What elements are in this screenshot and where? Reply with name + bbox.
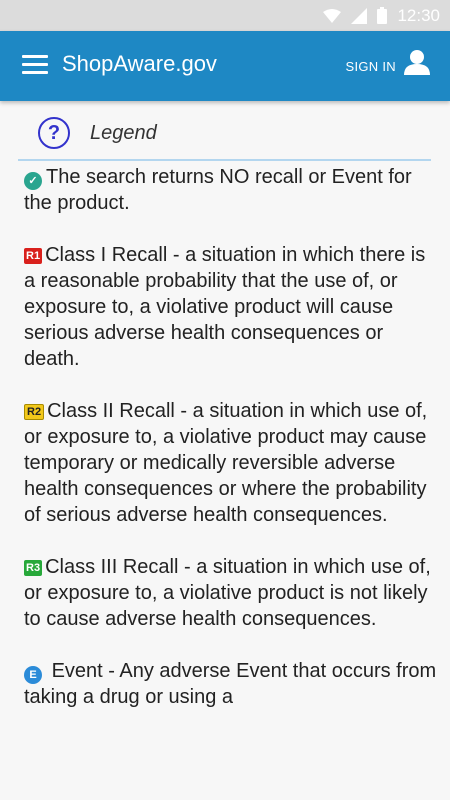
legend-item-text: Class I Recall - a situation in which th…: [24, 244, 426, 370]
legend-item-class-1: R1 Class I Recall - a situation in which …: [24, 242, 438, 372]
legend-item-text: Class II Recall - a situation in which u…: [24, 400, 428, 526]
event-icon: E: [24, 666, 42, 684]
legend-item-class-2: R2 Class II Recall - a situation in which…: [24, 398, 438, 528]
legend-header: ? Legend: [38, 114, 157, 152]
app-bar: ShopAware.gov SIGN IN: [0, 31, 450, 101]
sign-in-button[interactable]: SIGN IN: [345, 49, 430, 75]
status-bar: 12:30: [0, 0, 450, 31]
legend-item-class-3: R3 Class III Recall - a situation in whic…: [24, 554, 438, 632]
legend-content: ✓ The search returns NO recall or Event f…: [24, 164, 438, 736]
legend-item-text: The search returns NO recall or Event fo…: [24, 166, 412, 214]
legend-item-event: E Event - Any adverse Event that occurs …: [24, 658, 438, 710]
r2-badge: R2: [24, 404, 45, 420]
check-circle-icon: ✓: [24, 172, 42, 190]
menu-icon[interactable]: [22, 55, 48, 77]
signal-icon: [351, 7, 368, 24]
legend-item-no-recall: ✓ The search returns NO recall or Event f…: [24, 164, 438, 216]
legend-item-text: Event - Any adverse Event that occurs fr…: [24, 660, 437, 708]
user-icon: [404, 50, 430, 75]
legend-item-text: Class III Recall - a situation in which …: [24, 556, 431, 630]
app-title: ShopAware.gov: [62, 51, 217, 76]
divider: [18, 159, 431, 161]
clock-time: 12:30: [397, 5, 440, 25]
battery-icon: [377, 7, 388, 24]
wifi-icon: [323, 8, 342, 23]
r1-badge: R1: [24, 248, 43, 264]
legend-title: Legend: [90, 121, 157, 144]
help-icon[interactable]: ?: [38, 117, 70, 149]
r3-badge: R3: [24, 560, 43, 576]
sign-in-label: SIGN IN: [345, 58, 396, 74]
